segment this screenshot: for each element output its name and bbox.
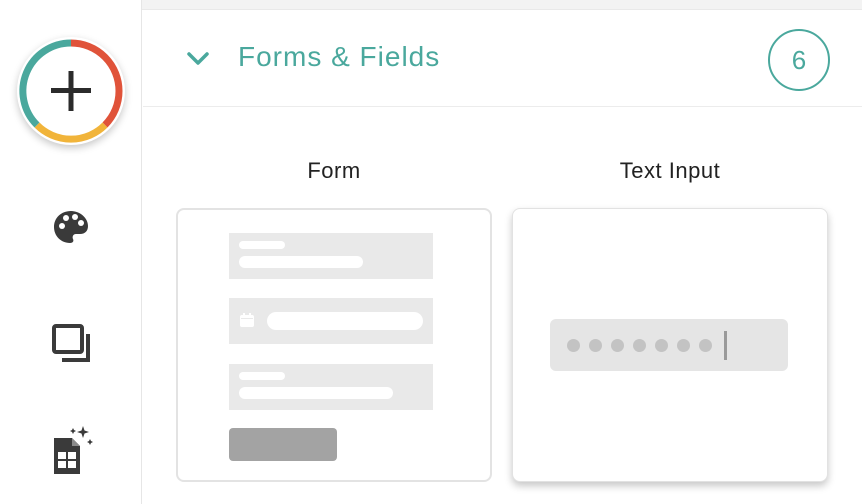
text-input-label: Text Input (619, 158, 721, 183)
masked-dot (699, 339, 712, 352)
component-library-panel: Forms & Fields 6 Form Text Input (143, 10, 862, 504)
form-date-field-block (229, 298, 433, 344)
calendar-icon (240, 313, 254, 327)
text-caret (724, 331, 727, 360)
masked-dot (611, 339, 624, 352)
form-submit-block (229, 428, 337, 461)
text-input-preview (550, 319, 788, 371)
form-component-tile[interactable] (176, 208, 492, 482)
masked-dot (655, 339, 668, 352)
count-badge: 6 (768, 29, 830, 91)
app-window: Forms & Fields 6 Form Text Input (0, 0, 862, 504)
left-rail (0, 0, 142, 504)
section-header[interactable]: Forms & Fields 6 (143, 10, 862, 107)
layers-button[interactable] (44, 316, 98, 370)
layers-icon (52, 324, 90, 362)
form-field-block (229, 364, 433, 410)
spreadsheet-sparkle-icon (54, 426, 93, 474)
text-input-component-tile[interactable] (512, 208, 828, 482)
masked-dot (567, 339, 580, 352)
masked-dot (633, 339, 646, 352)
chevron-down-icon[interactable] (185, 46, 211, 72)
add-ring-icon (19, 39, 123, 143)
form-field-block (229, 233, 433, 279)
masked-dot (677, 339, 690, 352)
spreadsheet-button[interactable] (44, 424, 98, 478)
palette-button[interactable] (44, 200, 98, 254)
form-label: Form (307, 158, 361, 183)
add-button[interactable] (17, 37, 125, 145)
palette-icon (54, 211, 88, 243)
masked-dot (589, 339, 602, 352)
section-title: Forms & Fields (238, 41, 441, 72)
